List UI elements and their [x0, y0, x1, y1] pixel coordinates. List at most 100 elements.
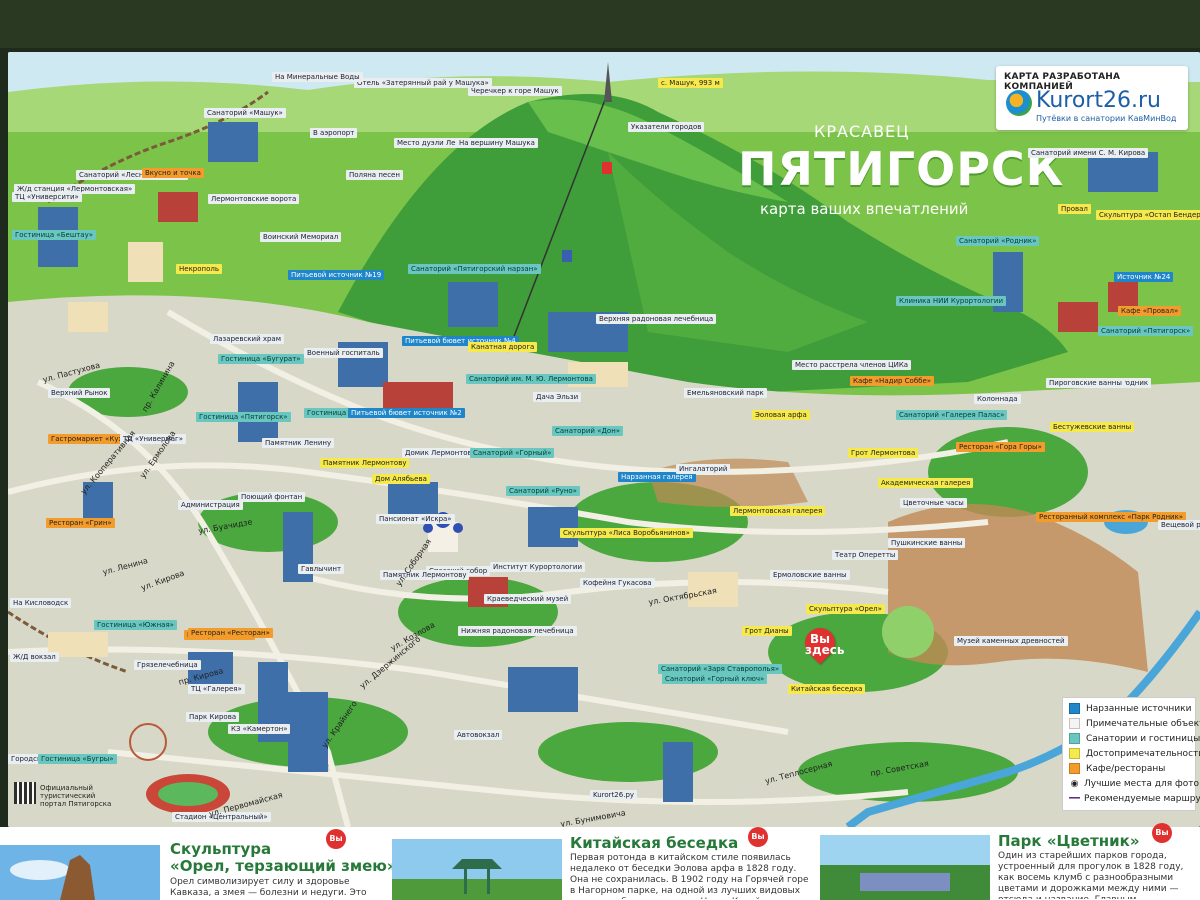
map-poi-label[interactable]: Лазаревский храм	[210, 334, 284, 344]
map-poi-label[interactable]: Грот Дианы	[742, 626, 792, 636]
map-poi-label[interactable]: Клиника НИИ Курортологии	[896, 296, 1006, 306]
map-poi-label[interactable]: Ресторан «Гора Горы»	[956, 442, 1045, 452]
map-poi-label[interactable]: Санаторий «Родник»	[956, 236, 1040, 246]
map-poi-label[interactable]: Санаторий «Галерея Палас»	[896, 410, 1008, 420]
map-poi-label[interactable]: Санаторий «Дон»	[552, 426, 624, 436]
you-are-here-label: Вы здесь	[805, 632, 845, 657]
map-poi-label[interactable]: Грязелечебница	[134, 660, 201, 670]
map-poi-label[interactable]: Гавлычинт	[298, 564, 345, 574]
map-poi-label[interactable]: c. Машук, 993 м	[658, 78, 723, 88]
map-poi-label[interactable]: Нижняя радоновая лечебница	[458, 626, 577, 636]
map-poi-label[interactable]: Памятник Лермонтову	[320, 458, 410, 468]
legend-item: ◉ Лучшие места для фото	[1070, 778, 1199, 789]
map-poi-label[interactable]: Поющий фонтан	[238, 492, 306, 502]
map-poi-label[interactable]: Гостиница «Пятигорск»	[196, 412, 291, 422]
qr-code-icon[interactable]	[14, 782, 36, 804]
map-poi-label[interactable]: Кафе «Надир Соббе»	[850, 376, 935, 386]
map-poi-label[interactable]: Место расстрела членов ЦИКа	[792, 360, 912, 370]
legend-swatch	[1069, 763, 1080, 774]
brand-block: КАРТА РАЗРАБОТАНА КОМПАНИЕЙ Kurort26.ru …	[996, 66, 1188, 130]
legend-item: Достопримечательности	[1069, 747, 1200, 760]
map-poi-label[interactable]: Ресторан «Грин»	[46, 518, 115, 528]
map-poi-label[interactable]: Верхняя радоновая лечебница	[596, 314, 717, 324]
map-poi-label[interactable]: Верхний Рынок	[48, 388, 111, 398]
map-poi-label[interactable]: Грот Лермонтова	[848, 448, 919, 458]
map-poi-label[interactable]: Кофейня Гукасова	[580, 578, 655, 588]
map-poi-label[interactable]: Питьевой бювет источник №2	[348, 408, 465, 418]
map-poi-label[interactable]: Колоннада	[974, 394, 1021, 404]
map-poi-label[interactable]: Поляна песен	[346, 170, 403, 180]
map-poi-label[interactable]: Гостиница «Южная»	[94, 620, 177, 630]
map-poi-label[interactable]: Санаторий «Руно»	[506, 486, 580, 496]
legend-swatch	[1069, 733, 1080, 744]
map-poi-label[interactable]: Памятник Ленину	[262, 438, 335, 448]
map-poi-label[interactable]: Лермонтовские ворота	[208, 194, 300, 204]
map-poi-label[interactable]: Скульптура «Лиса Воробьянинов»	[560, 528, 693, 538]
map-poi-label[interactable]: Санаторий «Машук»	[204, 108, 286, 118]
map-poi-label[interactable]: Провал	[1058, 204, 1091, 214]
map-poi-label[interactable]: Памятник Лермонтову	[380, 570, 470, 580]
map-poi-label[interactable]: Домик Лермонтова	[402, 448, 479, 458]
map-poi-label[interactable]: Некрополь	[176, 264, 222, 274]
map-poi-label[interactable]: Администрация	[178, 500, 243, 510]
map-poi-label[interactable]: На Минеральные Воды	[272, 72, 363, 82]
map-poi-label[interactable]: Цветочные часы	[900, 498, 967, 508]
eagle-photo	[0, 845, 160, 900]
map-poi-label[interactable]: Емельяновский парк	[684, 388, 767, 398]
map-poi-label[interactable]: Гостиница «Бугурат»	[218, 354, 304, 364]
map-poi-label[interactable]: ТЦ «Галерея»	[188, 684, 245, 694]
map-poi-label[interactable]: Питьевой источник №19	[288, 270, 385, 280]
map-poi-label[interactable]: Военный госпиталь	[304, 348, 383, 358]
brand-site: Kurort26.ru	[1036, 88, 1161, 113]
map-poi-label[interactable]: Вещевой рынок «Лира»	[1158, 520, 1200, 530]
map-poi-label[interactable]: Вкусно и точка	[142, 168, 204, 178]
map-poi-label[interactable]: Ермоловские ванны	[770, 570, 850, 580]
map-poi-label[interactable]: Музей каменных древностей	[954, 636, 1068, 646]
map-poi-label[interactable]: ТЦ «Университи»	[12, 192, 82, 202]
map-title: ПЯТИГОРСК	[738, 142, 1065, 196]
map-poi-label[interactable]: Ж/Д вокзал	[10, 652, 59, 662]
map-poi-label[interactable]: Дача Эльзи	[533, 392, 582, 402]
card-eagle-title-1: Скульптура	[170, 840, 272, 858]
map-poi-label[interactable]: Пироговские ванны	[1046, 378, 1125, 388]
map-poi-label[interactable]: Kurort26.ру	[590, 790, 638, 800]
map-poi-label[interactable]: Дом Алябьева	[372, 474, 430, 484]
map-poi-label[interactable]: КЗ «Камертон»	[228, 724, 291, 734]
map-poi-label[interactable]: Санаторий «Горный»	[470, 448, 555, 458]
map-poi-label[interactable]: Эоловая арфа	[752, 410, 810, 420]
map-poi-label[interactable]: Гостиница «Бештау»	[12, 230, 97, 240]
map-poi-label[interactable]: Санаторий «Заря Ставрополья»	[658, 664, 783, 674]
map-poi-label[interactable]: Санаторий им. М. Ю. Лермонтова	[466, 374, 596, 384]
map-poi-label[interactable]: На Кисловодск	[10, 598, 72, 608]
map-poi-label[interactable]: Бестужевские ванны	[1050, 422, 1135, 432]
map-poi-label[interactable]: Скульптура «Остап Бендер»	[1096, 210, 1200, 220]
map-poi-label[interactable]: Китайская беседка	[788, 684, 866, 694]
map-poi-label[interactable]: Театр Оперетты	[832, 550, 899, 560]
map-poi-label[interactable]: Ресторан «Ресторан»	[188, 628, 273, 638]
pavilion-photo	[392, 839, 562, 900]
map-poi-label[interactable]: На вершину Машука	[456, 138, 538, 148]
map-poi-label[interactable]: Академическая галерея	[878, 478, 974, 488]
map-poi-label[interactable]: В аэропорт	[310, 128, 358, 138]
map-poi-label[interactable]: Ингалаторий	[676, 464, 731, 474]
map-poi-label[interactable]: Воинский Мемориал	[260, 232, 342, 242]
map-poi-label[interactable]: Источник №24	[1114, 272, 1174, 282]
map-poi-label[interactable]: Краеведческий музей	[484, 594, 572, 604]
map-poi-label[interactable]: Санаторий «Пятигорск»	[1098, 326, 1194, 336]
map-poi-label[interactable]: Кафе «Провал»	[1118, 306, 1182, 316]
map-poi-label[interactable]: Лермонтовская галерея	[730, 506, 826, 516]
map-poi-label[interactable]: Санаторий имени С. М. Кирова	[1028, 148, 1149, 158]
map-poi-label[interactable]: Институт Курортологии	[490, 562, 585, 572]
map-poi-label[interactable]: Санаторий «Пятигорский нарзан»	[408, 264, 541, 274]
map-poi-label[interactable]: Скульптура «Орел»	[806, 604, 885, 614]
card-park-title: Парк «Цветник»	[998, 832, 1140, 850]
map-poi-label[interactable]: Указатели городов	[628, 122, 705, 132]
map-poi-label[interactable]: Парк Кирова	[186, 712, 240, 722]
map-poi-label[interactable]: Пансионат «Искра»	[376, 514, 455, 524]
map-poi-label[interactable]: Пушкинские ванны	[888, 538, 966, 548]
map-poi-label[interactable]: Автовокзал	[454, 730, 503, 740]
map-poi-label[interactable]: Санаторий «Горный ключ»	[662, 674, 768, 684]
map-poi-label[interactable]: Отель «Затерянный рай у Машука»	[354, 78, 492, 88]
map-poi-label[interactable]: Гостиница «Бугры»	[38, 754, 117, 764]
map-poi-label[interactable]: Канатная дорога	[468, 342, 538, 352]
